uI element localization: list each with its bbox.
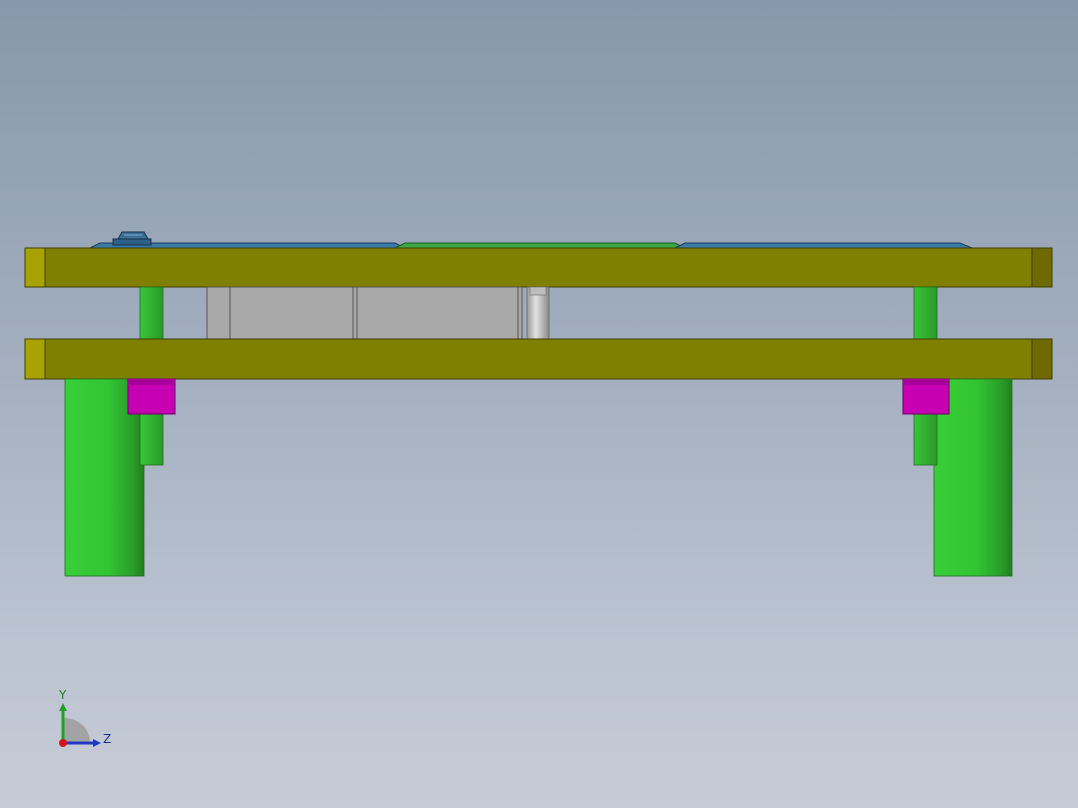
die-assembly-model[interactable]	[0, 0, 1078, 808]
spacer-blocks	[206, 286, 523, 340]
bolt-head	[112, 231, 152, 246]
guide-pin-right-upper	[913, 286, 938, 340]
axis-y-label: Y	[59, 688, 67, 702]
axis-z-label: Z	[103, 732, 112, 746]
upper-plate[interactable]	[24, 247, 1053, 288]
silver-pin	[526, 286, 550, 340]
guide-pin-right-lower	[913, 412, 938, 466]
cad-graphics-viewport[interactable]: Y Z	[0, 0, 1078, 808]
bushing-right	[902, 378, 950, 415]
lower-plate[interactable]	[24, 338, 1053, 380]
guide-pin-left-lower	[139, 412, 164, 466]
guide-pin-left-upper	[139, 286, 164, 340]
bushing-left	[127, 378, 176, 415]
top-cover-parts	[89, 231, 973, 249]
